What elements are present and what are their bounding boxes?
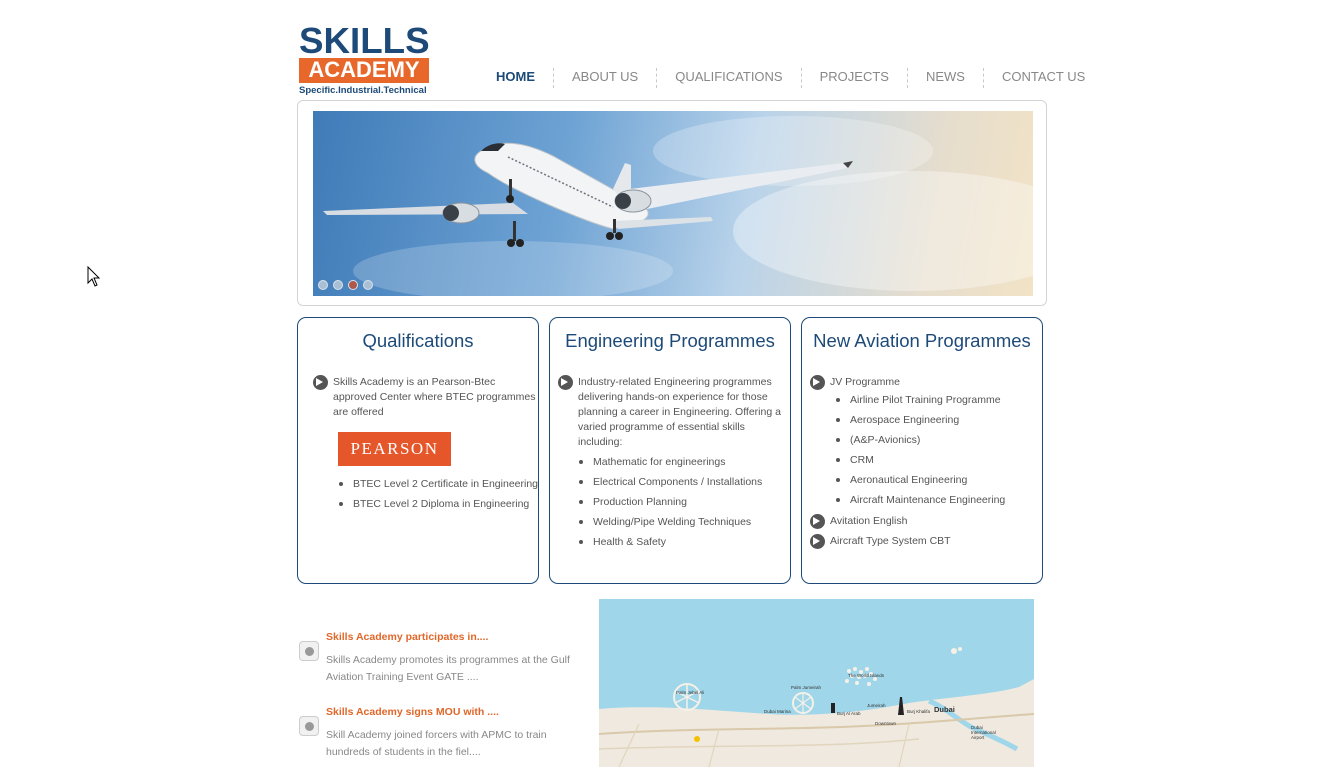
arrow-right-icon [810,375,825,390]
logo-line1: SKILLS [299,20,430,61]
nav-projects[interactable]: PROJECTS [802,68,908,88]
aviation-box: New Aviation Programmes JV Programme Air… [801,317,1043,584]
map-label: Burj Khalifa [907,709,931,714]
engineering-title: Engineering Programmes [565,330,775,351]
page: SKILLS ACADEMY Specific.Industrial.Techn… [0,0,1341,767]
arrow-right-icon [558,375,573,390]
list-item: Airline Pilot Training Programme [835,390,1042,410]
list-item: Electrical Components / Installations [578,472,790,492]
nav-news[interactable]: NEWS [908,68,984,88]
list-item: Aerospace Engineering [835,410,1042,430]
list-item: Health & Safety [578,532,790,552]
slider-dot-1[interactable] [318,280,328,290]
pearson-logo[interactable]: PEARSON [338,432,451,466]
qualifications-intro: Skills Academy is an Pearson-Btec approv… [313,375,538,420]
nav-contact-us[interactable]: CONTACT US [984,68,1103,88]
nav-about-us[interactable]: ABOUT US [554,68,658,88]
logo[interactable]: SKILLS ACADEMY Specific.Industrial.Techn… [299,20,431,96]
arrow-right-icon [810,514,825,529]
map-label: Jumeirah [867,703,886,708]
map-label: Palm Jebel Ali [676,690,705,695]
list-item: BTEC Level 2 Certificate in Engineering [338,474,538,494]
engineering-list: Mathematic for engineerings Electrical C… [578,452,790,552]
bullet-icon [299,716,319,736]
logo-tagline: Specific.Industrial.Technical [299,85,427,96]
map-label: Dubai Marina [764,709,791,714]
list-item: (A&P-Avionics) [835,430,1042,450]
list-item: Mathematic for engineerings [578,452,790,472]
news-desc: Skill Academy joined forcers with APMC t… [326,729,547,758]
slider-dot-2[interactable] [333,280,343,290]
image-slider [297,100,1047,306]
nav-home[interactable]: HOME [478,68,554,88]
list-item: Production Planning [578,492,790,512]
slider-dot-4[interactable] [363,280,373,290]
map-label: Burj Al Arab [837,711,861,716]
arrow-right-icon [313,375,328,390]
list-item: Welding/Pipe Welding Techniques [578,512,790,532]
slider-dots [318,280,373,290]
news-title[interactable]: Skills Academy participates in.... [326,631,488,643]
news-title[interactable]: Skills Academy signs MOU with .... [326,706,499,718]
slide-airplane-image [313,111,1033,296]
nav-qualifications[interactable]: QUALIFICATIONS [657,68,802,88]
arrow-right-icon [810,534,825,549]
aviation-jv-programme: JV Programme [810,375,1042,390]
bullet-icon [299,641,319,661]
mouse-cursor-icon [87,266,101,287]
map-label: The World Islands [848,673,885,678]
aviation-type-system: Aircraft Type System CBT [810,534,1042,549]
qualifications-title: Qualifications [362,330,474,351]
map-label: Downtown [875,721,897,726]
map-label: Dubai International Airport [971,725,996,740]
list-item: Aeronautical Engineering [835,470,1042,490]
news-desc: Skills Academy promotes its programmes a… [326,654,570,683]
engineering-box: Engineering Programmes Industry-related … [549,317,791,584]
main-nav: HOME ABOUT US QUALIFICATIONS PROJECTS NE… [478,68,1103,88]
aviation-english: Avitation English [810,514,1042,529]
list-item: CRM [835,450,1042,470]
qualifications-list: BTEC Level 2 Certificate in Engineering … [338,474,538,514]
list-item: Aircraft Maintenance Engineering [835,490,1042,510]
map-label: Palm Jumeirah [791,685,822,690]
map-label: Dubai [934,705,955,714]
aviation-title: New Aviation Programmes [813,330,1031,351]
engineering-intro: Industry-related Engineering programmes … [558,375,786,450]
qualifications-box: Qualifications Skills Academy is an Pear… [297,317,539,584]
location-map[interactable]: Palm Jebel Ali Palm Jumeirah The World I… [599,599,1034,767]
logo-line2: ACADEMY [299,58,429,83]
aviation-list: Airline Pilot Training Programme Aerospa… [835,390,1042,510]
slider-dot-3[interactable] [348,280,358,290]
list-item: BTEC Level 2 Diploma in Engineering [338,494,538,514]
